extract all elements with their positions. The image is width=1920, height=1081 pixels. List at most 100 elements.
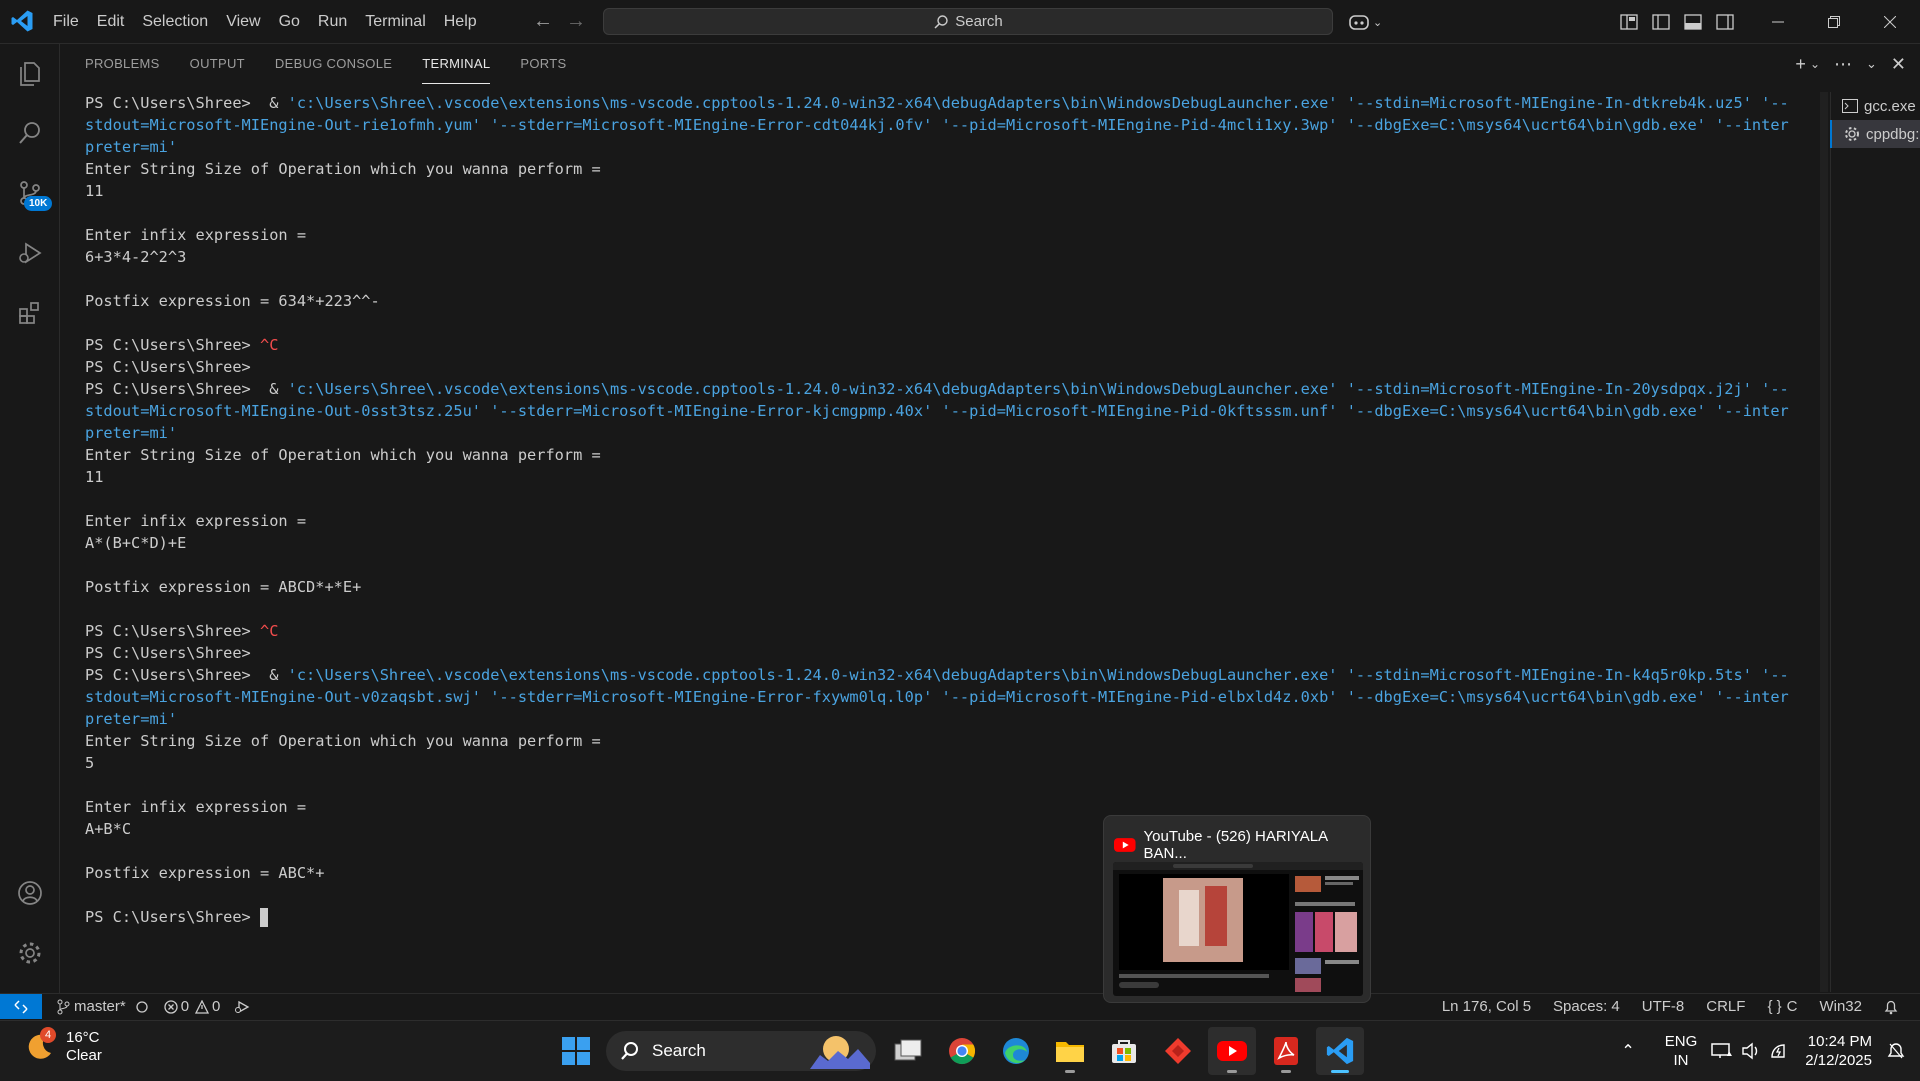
forward-arrow-icon[interactable]: → — [563, 9, 589, 35]
terminal-scrollbar[interactable] — [1820, 92, 1828, 992]
chevron-up-icon[interactable]: ⌃ — [1621, 1041, 1634, 1061]
toggle-panel-icon[interactable] — [1684, 14, 1702, 30]
extensions-button[interactable] — [0, 284, 60, 342]
debug-launch-indicator[interactable] — [234, 1000, 250, 1014]
copilot-button[interactable]: ⌄ — [1348, 10, 1382, 34]
toggle-primary-sidebar-icon[interactable] — [1652, 14, 1670, 30]
panel-tabs: PROBLEMS OUTPUT DEBUG CONSOLE TERMINAL P… — [85, 44, 596, 84]
terminal-command-args: preter=mi' — [85, 138, 178, 156]
terminal-line: Postfix expression = ABC*+ — [85, 862, 1835, 884]
edge-app[interactable] — [992, 1027, 1040, 1075]
start-button[interactable] — [552, 1027, 600, 1075]
terminal-list-item[interactable]: gcc.exe ... ✓ — [1830, 92, 1920, 120]
line-ending[interactable]: CRLF — [1706, 998, 1745, 1015]
terminal-command-args: preter=mi' — [85, 710, 178, 728]
clock[interactable]: 10:24 PM 2/12/2025 — [1805, 1032, 1872, 1070]
toggle-secondary-sidebar-icon[interactable] — [1716, 14, 1734, 30]
windows-logo-icon — [562, 1037, 590, 1065]
language-mode[interactable]: { } C — [1767, 998, 1797, 1015]
file-explorer-app[interactable] — [1046, 1027, 1094, 1075]
source-control-button[interactable] — [0, 164, 60, 222]
new-terminal-icon[interactable]: + — [1795, 54, 1806, 75]
problems-indicator[interactable]: 0 0 — [164, 998, 220, 1015]
account-icon — [18, 881, 42, 905]
chrome-icon — [949, 1038, 976, 1065]
microsoft-store-app[interactable] — [1100, 1027, 1148, 1075]
maximize-panel-icon[interactable]: ⌄ — [1866, 56, 1877, 72]
chevron-down-icon[interactable]: ⌄ — [1810, 57, 1820, 71]
accounts-button[interactable] — [0, 864, 60, 922]
minimize-button[interactable] — [1750, 0, 1806, 43]
terminal-text: Postfix expression = ABCD*+*E+ — [85, 578, 362, 596]
terminal-line: preter=mi' — [85, 422, 1835, 444]
terminal-output[interactable]: PS C:\Users\Shree> & 'c:\Users\Shree\.vs… — [85, 92, 1835, 962]
battery-icon[interactable] — [1769, 1042, 1791, 1060]
notification-center-icon[interactable] — [1886, 1041, 1906, 1061]
acrobat-app[interactable] — [1262, 1027, 1310, 1075]
terminal-text: PS C:\Users\Shree> — [85, 908, 260, 926]
customize-layout-icon[interactable] — [1620, 14, 1638, 30]
command-center-search[interactable]: Search — [603, 8, 1333, 35]
tab-terminal[interactable]: TERMINAL — [422, 44, 491, 84]
weather-temp: 16°C — [66, 1029, 100, 1046]
active-indicator — [1331, 1070, 1349, 1073]
menu-terminal[interactable]: Terminal — [356, 13, 434, 31]
menu-view[interactable]: View — [217, 13, 269, 31]
platform[interactable]: Win32 — [1819, 998, 1862, 1015]
restore-button[interactable] — [1806, 0, 1862, 43]
tab-problems[interactable]: PROBLEMS — [85, 44, 160, 84]
taskbar-search[interactable]: Search — [606, 1031, 876, 1071]
running-indicator — [1065, 1070, 1075, 1073]
menu-go[interactable]: Go — [270, 13, 309, 31]
sync-icon[interactable] — [134, 1000, 150, 1014]
weather-widget[interactable]: 4 16°C Clear — [24, 1027, 102, 1065]
weather-condition: Clear — [66, 1047, 102, 1064]
task-view-button[interactable] — [884, 1027, 932, 1075]
close-panel-icon[interactable]: ✕ — [1891, 54, 1906, 75]
branch-indicator[interactable]: master* — [56, 998, 150, 1015]
back-arrow-icon[interactable]: ← — [530, 9, 556, 35]
remote-indicator[interactable] — [0, 994, 42, 1019]
tab-debug-console[interactable]: DEBUG CONSOLE — [275, 44, 392, 84]
preview-header: YouTube - (526) HARIYALA BAN... — [1114, 828, 1370, 862]
cursor-position[interactable]: Ln 176, Col 5 — [1442, 998, 1531, 1015]
menu-help[interactable]: Help — [435, 13, 486, 31]
terminal-line: preter=mi' — [85, 708, 1835, 730]
terminal-text: PS C:\Users\Shree> — [85, 622, 260, 640]
close-button[interactable] — [1862, 0, 1918, 43]
notifications-button[interactable] — [1884, 999, 1898, 1015]
menu-edit[interactable]: Edit — [88, 13, 134, 31]
menu-run[interactable]: Run — [309, 13, 356, 31]
search-view-button[interactable] — [0, 104, 60, 162]
explorer-icon — [20, 62, 40, 86]
encoding[interactable]: UTF-8 — [1642, 998, 1685, 1015]
terminal-list-item[interactable]: cppdbg: 01.... — [1830, 120, 1920, 148]
more-actions-icon[interactable]: ⋯ — [1834, 54, 1852, 75]
tab-ports[interactable]: PORTS — [520, 44, 566, 84]
terminal-text: PS C:\Users\Shree> — [85, 644, 251, 662]
search-icon — [934, 14, 948, 29]
terminal-line: 5 — [85, 752, 1835, 774]
taskbar-window-preview[interactable]: YouTube - (526) HARIYALA BAN... — [1103, 815, 1371, 1003]
explorer-button[interactable] — [0, 44, 60, 102]
menu-file[interactable]: File — [44, 13, 88, 31]
input-language[interactable]: ENG IN — [1665, 1032, 1698, 1070]
restore-icon — [1828, 15, 1840, 28]
chrome-app[interactable] — [938, 1027, 986, 1075]
terminal-command-args: stdout=Microsoft-MIEngine-Out-rie1ofmh.y… — [85, 116, 1789, 134]
network-icon[interactable] — [1711, 1042, 1733, 1060]
menu-selection[interactable]: Selection — [133, 13, 217, 31]
run-debug-button[interactable] — [0, 224, 60, 282]
terminal-line: stdout=Microsoft-MIEngine-Out-rie1ofmh.y… — [85, 114, 1835, 136]
status-bar: master* 0 0 Ln 176, Col 5 Spaces: 4 UTF-… — [0, 993, 1920, 1019]
terminal-list-label: gcc.exe ... — [1864, 97, 1920, 115]
tab-output[interactable]: OUTPUT — [190, 44, 245, 84]
indentation[interactable]: Spaces: 4 — [1553, 998, 1620, 1015]
youtube-app[interactable] — [1208, 1027, 1256, 1075]
anydesk-app[interactable] — [1154, 1027, 1202, 1075]
manage-button[interactable] — [0, 924, 60, 982]
volume-icon[interactable] — [1741, 1042, 1761, 1060]
vscode-app[interactable] — [1316, 1027, 1364, 1075]
terminal-command-args: 'c:\Users\Shree\.vscode\extensions\ms-vs… — [287, 666, 1789, 684]
